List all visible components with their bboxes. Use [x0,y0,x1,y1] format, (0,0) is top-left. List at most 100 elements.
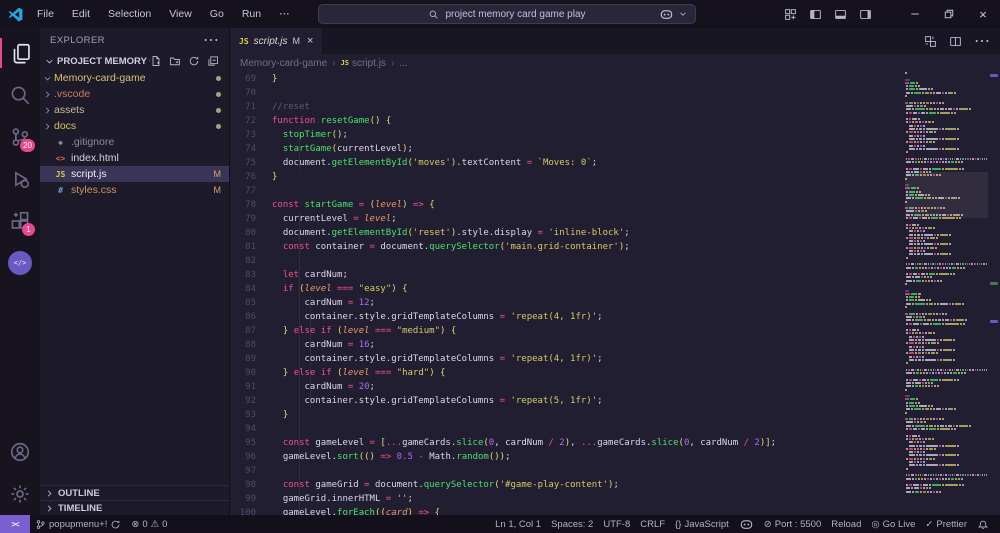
code-line-76[interactable]: 76} [230,170,905,184]
minimap[interactable] [905,72,988,515]
code-line-81[interactable]: 81 const container = document.querySelec… [230,240,905,254]
code-line-75[interactable]: 75 document.getElementById('moves').text… [230,156,905,170]
code-line-88[interactable]: 88 cardNum = 16; [230,338,905,352]
tree-item-index-html[interactable]: <>index.html [40,150,229,166]
tab-script-js[interactable]: JS script.js M × [230,28,323,54]
tree-item-memory-card-game[interactable]: Memory-card-game [40,70,229,86]
line-number[interactable]: 89 [230,352,272,366]
code-line-85[interactable]: 85 cardNum = 12; [230,296,905,310]
code-line-91[interactable]: 91 cardNum = 20; [230,380,905,394]
menu-edit[interactable]: Edit [65,6,97,22]
line-number[interactable]: 91 [230,380,272,394]
status-go-live[interactable]: ◎Go Live [866,515,920,533]
status-notifications[interactable] [972,515,994,533]
status-indentation[interactable]: Spaces: 2 [546,515,598,533]
tree-item--gitignore[interactable]: ◆.gitignore [40,134,229,150]
line-number[interactable]: 98 [230,478,272,492]
line-number[interactable]: 99 [230,492,272,506]
toggle-secondary-sidebar-icon[interactable] [859,8,872,21]
line-number[interactable]: 87 [230,324,272,338]
menu-file[interactable]: File [30,6,61,22]
code-line-79[interactable]: 79 currentLevel = level; [230,212,905,226]
line-number[interactable]: 94 [230,422,272,436]
code-line-96[interactable]: 96 gameLevel.sort(() => 0.5 - Math.rando… [230,450,905,464]
split-editor-icon[interactable] [949,35,962,48]
timeline-panel-header[interactable]: TIMELINE [40,500,229,515]
code-line-74[interactable]: 74 startGame(currentLevel); [230,142,905,156]
status-eol[interactable]: CRLF [635,515,670,533]
code-line-71[interactable]: 71//reset [230,100,905,114]
line-number[interactable]: 73 [230,128,272,142]
code-line-87[interactable]: 87 } else if (level === "medium") { [230,324,905,338]
line-number[interactable]: 92 [230,394,272,408]
activity-search[interactable] [0,74,40,116]
line-number[interactable]: 96 [230,450,272,464]
copilot-icon[interactable] [659,7,674,22]
tree-item-docs[interactable]: docs [40,118,229,134]
remote-indicator[interactable]: >< [0,515,30,533]
new-folder-icon[interactable] [169,55,181,67]
restore-button[interactable] [932,0,966,28]
code-line-93[interactable]: 93 } [230,408,905,422]
menu-go[interactable]: Go [203,6,231,22]
line-number[interactable]: 85 [230,296,272,310]
line-number[interactable]: 83 [230,268,272,282]
line-number[interactable]: 76 [230,170,272,184]
close-button[interactable]: × [966,0,1000,28]
line-number[interactable]: 69 [230,72,272,86]
toggle-sidebar-icon[interactable] [809,8,822,21]
code-line-83[interactable]: 83 let cardNum; [230,268,905,282]
line-number[interactable]: 70 [230,86,272,100]
tree-item--vscode[interactable]: .vscode [40,86,229,102]
problems-status[interactable]: ⊗ 0 ⚠ 0 [126,515,172,533]
activity-settings[interactable] [0,473,40,515]
collapse-all-icon[interactable] [207,55,219,67]
line-number[interactable]: 72 [230,114,272,128]
line-number[interactable]: 75 [230,156,272,170]
command-center-search[interactable]: project memory card game play [318,4,696,24]
customize-layout-icon[interactable] [784,8,797,21]
code-line-78[interactable]: 78const startGame = (level) => { [230,198,905,212]
explorer-more-icon[interactable]: ⋯ [203,30,219,50]
code-line-94[interactable]: 94 [230,422,905,436]
activity-account[interactable] [0,431,40,473]
line-number[interactable]: 82 [230,254,272,268]
tab-close-icon[interactable]: × [307,35,313,47]
line-number[interactable]: 97 [230,464,272,478]
code-line-82[interactable]: 82 [230,254,905,268]
line-number[interactable]: 78 [230,198,272,212]
line-number[interactable]: 84 [230,282,272,296]
menu-run[interactable]: Run [235,6,268,22]
minimap-slider[interactable] [905,172,988,218]
menu-view[interactable]: View [162,6,199,22]
more-actions-icon[interactable]: ⋯ [974,31,990,51]
breadcrumb-item[interactable]: ... [399,58,407,69]
status-language-mode[interactable]: {}JavaScript [670,515,734,533]
line-number[interactable]: 88 [230,338,272,352]
code-line-89[interactable]: 89 container.style.gridTemplateColumns =… [230,352,905,366]
breadcrumb-item[interactable]: Memory-card-game [240,58,327,69]
code-line-70[interactable]: 70 [230,86,905,100]
code-line-95[interactable]: 95 const gameLevel = [...gameCards.slice… [230,436,905,450]
open-changes-icon[interactable] [924,35,937,48]
code-line-99[interactable]: 99 gameGrid.innerHTML = ''; [230,492,905,506]
minimize-button[interactable] [898,0,932,28]
menu-[interactable]: ⋯ [272,6,297,22]
status-reload[interactable]: Reload [826,515,866,533]
line-number[interactable]: 93 [230,408,272,422]
code-line-72[interactable]: 72function resetGame() { [230,114,905,128]
git-branch-status[interactable]: popupmenu+! [30,515,126,533]
line-number[interactable]: 86 [230,310,272,324]
tree-item-script-js[interactable]: JSscript.jsM [40,166,229,182]
activity-run-debug[interactable] [0,158,40,200]
code-line-92[interactable]: 92 container.style.gridTemplateColumns =… [230,394,905,408]
activity-chat[interactable]: </> [0,242,40,284]
code-line-98[interactable]: 98 const gameGrid = document.querySelect… [230,478,905,492]
tree-item-styles-css[interactable]: #styles.cssM [40,182,229,198]
code-line-86[interactable]: 86 container.style.gridTemplateColumns =… [230,310,905,324]
line-number[interactable]: 80 [230,226,272,240]
status-copilot[interactable] [734,515,759,533]
status-prettier[interactable]: ✓Prettier [920,515,972,533]
code-line-100[interactable]: 100 gameLevel.forEach((card) => { [230,506,905,515]
activity-explorer[interactable] [0,32,40,74]
